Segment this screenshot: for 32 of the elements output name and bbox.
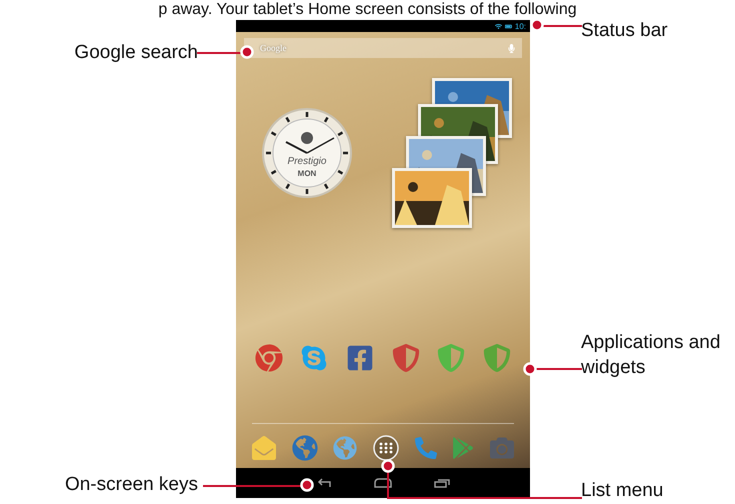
leader-line (523, 362, 582, 376)
callout-label: Status bar (581, 20, 668, 42)
recent-apps-icon[interactable] (434, 478, 450, 488)
chat-icon[interactable] (300, 344, 328, 372)
phone-icon[interactable] (414, 437, 437, 459)
callout-label: Google search (74, 42, 198, 64)
intro-text: p away. Your tablet’s Home screen consists of the following (158, 0, 577, 19)
clock-brand: Prestigio (286, 156, 328, 167)
wifi-icon (494, 22, 502, 30)
leader-line (197, 45, 254, 59)
status-time: 10: (514, 22, 526, 30)
battery-icon (504, 22, 512, 30)
shield-icon[interactable] (437, 344, 466, 372)
browser-icon[interactable] (333, 436, 358, 460)
callout-label: Applications and widgets (581, 331, 722, 380)
back-icon[interactable] (316, 478, 332, 488)
globe-icon[interactable] (292, 435, 318, 461)
home-icon[interactable] (374, 478, 392, 488)
app-drawer-icon[interactable] (372, 435, 399, 461)
leader-line (530, 18, 582, 32)
shield-icon[interactable] (392, 344, 420, 372)
callout-label: On-screen keys (64, 474, 198, 496)
social-icon[interactable] (346, 344, 374, 372)
browser-icon[interactable] (254, 344, 283, 372)
shield-icon[interactable] (483, 344, 512, 372)
clock-day: MON (262, 169, 352, 178)
camera-icon[interactable] (490, 436, 514, 460)
clock-widget[interactable]: Prestigio MON (262, 108, 352, 198)
store-icon[interactable] (452, 437, 474, 459)
microphone-icon[interactable] (507, 44, 516, 52)
callout-label: List menu (581, 480, 664, 502)
mail-icon[interactable] (252, 436, 276, 460)
